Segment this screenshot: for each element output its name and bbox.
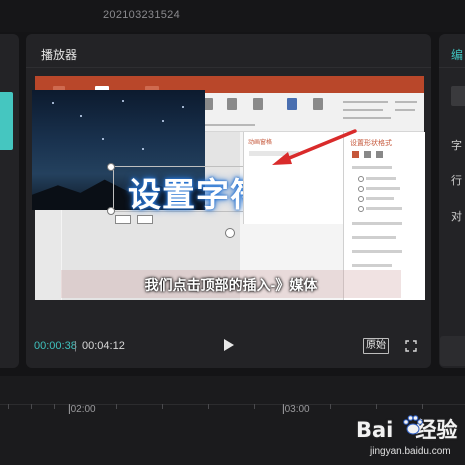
rotate-handle [225, 228, 235, 238]
format-option [352, 264, 392, 267]
edit-panel-title: 编 [451, 48, 464, 62]
baidu-watermark-url: jingyan.baidu.com [370, 446, 451, 457]
ruler-label-0200: |02:00 [68, 404, 96, 415]
ppt-title-bar [35, 76, 424, 85]
ruler-tick [116, 404, 117, 409]
ruler-tick [8, 404, 9, 409]
fullscreen-icon[interactable] [405, 340, 417, 352]
edit-panel-input[interactable] [451, 86, 465, 106]
ruler-tick [54, 404, 55, 409]
layout-icon [376, 151, 383, 158]
player-divider [26, 67, 431, 68]
player-title: 播放器 [41, 48, 78, 62]
format-option [366, 177, 396, 180]
resize-handle [107, 207, 115, 215]
format-option [352, 222, 402, 225]
ruler-tick [330, 404, 331, 409]
slide-small-label [115, 215, 131, 224]
ruler-tick [254, 404, 255, 409]
format-radio [358, 196, 364, 202]
edit-panel [439, 34, 465, 368]
format-option [366, 197, 394, 200]
project-title: 202103231524 [103, 9, 181, 21]
play-button[interactable] [224, 339, 234, 351]
baidu-paw-icon [403, 415, 423, 435]
format-radio [358, 176, 364, 182]
line-spacing-label: 行 [451, 175, 462, 187]
original-ratio-button[interactable]: 原始 [363, 338, 389, 354]
edit-panel-button[interactable] [440, 336, 465, 366]
resize-handle [107, 163, 115, 171]
ruler-tick [422, 404, 423, 409]
current-time: 00:00:38 [34, 340, 77, 352]
time-separator: | [74, 340, 77, 352]
effects-icon [364, 151, 371, 158]
align-label: 对 [451, 211, 462, 223]
ruler-label-0300: |03:00 [282, 404, 310, 415]
top-bar: 202103231524 [0, 0, 465, 32]
format-option [352, 166, 392, 169]
format-option [366, 207, 402, 210]
format-radio [358, 186, 364, 192]
format-radio [358, 206, 364, 212]
media-panel [0, 34, 19, 368]
edit-panel-divider [439, 67, 465, 68]
ruler-tick [31, 404, 32, 409]
selected-media-clip[interactable] [0, 92, 13, 150]
ruler-tick [376, 404, 377, 409]
total-time: 00:04:12 [82, 340, 125, 352]
char-spacing-label: 字 [451, 140, 462, 152]
slide-small-label [137, 215, 153, 224]
red-arrow-annotation [272, 129, 357, 165]
format-option [352, 250, 402, 253]
ruler-tick [162, 404, 163, 409]
video-subtitle: 我们点击顶部的插入-》媒体 [144, 277, 318, 293]
format-option [352, 236, 396, 239]
format-option [366, 187, 400, 190]
ruler-tick [208, 404, 209, 409]
